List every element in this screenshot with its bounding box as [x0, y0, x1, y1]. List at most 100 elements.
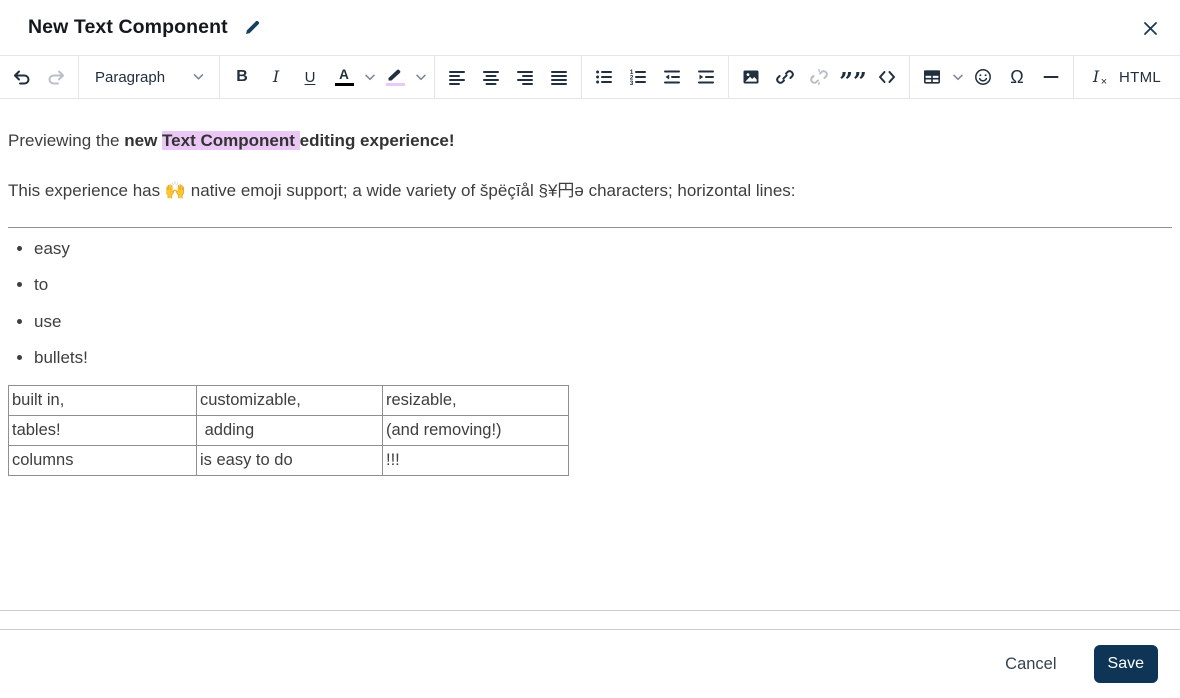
paragraph-format-select[interactable]: Paragraph [84, 60, 214, 94]
underline-label: U [304, 68, 316, 86]
outdent-button[interactable] [655, 60, 689, 94]
bold-label: B [236, 68, 248, 85]
clear-formatting-button[interactable]: I × [1079, 60, 1113, 94]
editor-statusbar [0, 611, 1180, 630]
chevron-down-icon [193, 74, 204, 80]
insert-image-button[interactable] [734, 60, 768, 94]
image-icon [743, 70, 759, 84]
redo-button[interactable] [39, 60, 73, 94]
html-source-button[interactable]: HTML [1113, 60, 1167, 94]
indent-icon [698, 70, 714, 84]
edit-title-button[interactable] [243, 18, 262, 37]
emoji-button[interactable] [966, 60, 1000, 94]
list-item[interactable]: to [34, 275, 1172, 295]
outdent-icon [664, 70, 680, 84]
numbered-list-icon: 1 2 3 [630, 69, 646, 87]
table-cell[interactable]: !!! [382, 444, 569, 476]
italic-button[interactable]: I [259, 60, 293, 94]
omega-label: Ω [1010, 67, 1024, 87]
objects-group: Ω [909, 56, 1073, 98]
table-row: tables! adding (and removing!) [8, 414, 569, 446]
text-color-swatch: A [334, 66, 354, 87]
list-item[interactable]: easy [34, 239, 1172, 259]
indent-button[interactable] [689, 60, 723, 94]
align-left-icon [449, 71, 465, 85]
undo-button[interactable] [5, 60, 39, 94]
highlighter-icon [388, 69, 401, 81]
horizontal-rule-icon [1043, 76, 1059, 78]
editor-content[interactable]: Previewing the new Text Component editin… [0, 99, 1180, 611]
blockquote-button[interactable]: ”” [836, 60, 870, 94]
insert-link-button[interactable] [768, 60, 802, 94]
bullet-list-icon [596, 70, 612, 84]
numbered-list-button[interactable]: 1 2 3 [621, 60, 655, 94]
align-justify-button[interactable] [542, 60, 576, 94]
bold-button[interactable]: B [225, 60, 259, 94]
chevron-down-icon [364, 74, 375, 80]
clear-formatting-label: I × [1092, 67, 1108, 88]
editor-toolbar: Paragraph B I U A 1 2 3 ”” Ω I × HTML [0, 55, 1180, 99]
dialog-footer: Cancel Save [0, 630, 1180, 698]
code-icon [879, 71, 895, 83]
pencil-icon [245, 20, 259, 34]
table-cell[interactable]: columns [8, 444, 197, 476]
cancel-button[interactable]: Cancel [1005, 655, 1056, 674]
table-cell[interactable]: tables! [8, 414, 197, 446]
table-icon [923, 70, 940, 84]
unlink-button[interactable] [802, 60, 836, 94]
table-row: built in, customizable, resizable, [8, 384, 569, 416]
history-group [0, 56, 78, 98]
close-icon [1143, 21, 1157, 35]
horizontal-rule-button[interactable] [1034, 60, 1068, 94]
dialog-header: New Text Component [0, 0, 1180, 55]
table-button[interactable] [915, 60, 949, 94]
table-cell[interactable]: is easy to do [196, 444, 383, 476]
text-run-bold: editing experience! [299, 131, 455, 150]
bullet-list-button[interactable] [587, 60, 621, 94]
align-center-button[interactable] [474, 60, 508, 94]
table-row: columns is easy to do !!! [8, 444, 569, 476]
table-menu-button[interactable] [949, 60, 966, 94]
align-right-icon [517, 71, 533, 85]
table-cell[interactable]: resizable, [382, 384, 569, 416]
save-button[interactable]: Save [1093, 645, 1158, 683]
content-table: built in, customizable, resizable, table… [8, 384, 569, 476]
unlink-icon [810, 68, 828, 86]
align-justify-icon [551, 71, 567, 85]
highlight-color-bar [385, 82, 405, 87]
text-run: Previewing the [8, 131, 125, 150]
raising-hands-emoji: 🙌 [164, 181, 187, 200]
text-color-button[interactable]: A [327, 60, 361, 94]
blockquote-label: ”” [839, 66, 867, 96]
insert-group: ”” [728, 56, 909, 98]
italic-label: I [272, 67, 280, 86]
table-cell[interactable]: adding [196, 414, 383, 446]
special-character-button[interactable]: Ω [1000, 60, 1034, 94]
block-format-group: Paragraph [78, 56, 219, 98]
text-color-menu-button[interactable] [361, 60, 378, 94]
list-item[interactable]: use [34, 312, 1172, 332]
align-left-button[interactable] [440, 60, 474, 94]
svg-text:3: 3 [630, 80, 634, 87]
align-right-button[interactable] [508, 60, 542, 94]
table-cell[interactable]: built in, [8, 384, 197, 416]
bullet-list: easy to use bullets! [8, 239, 1172, 369]
close-button[interactable] [1134, 12, 1166, 44]
horizontal-rule [8, 227, 1172, 228]
highlight-color-button[interactable] [378, 60, 412, 94]
alignment-group [434, 56, 581, 98]
highlight-color-menu-button[interactable] [412, 60, 429, 94]
paragraph-features[interactable]: This experience has 🙌 native emoji suppo… [8, 179, 1172, 203]
chevron-down-icon [952, 74, 963, 80]
chevron-down-icon [415, 74, 426, 80]
table-cell[interactable]: (and removing!) [382, 414, 569, 446]
page-title: New Text Component [28, 16, 228, 38]
link-icon [776, 70, 794, 84]
underline-button[interactable]: U [293, 60, 327, 94]
paragraph-intro[interactable]: Previewing the new Text Component editin… [8, 129, 1172, 153]
code-button[interactable] [870, 60, 904, 94]
paragraph-format-label: Paragraph [95, 68, 166, 86]
table-cell[interactable]: customizable, [196, 384, 383, 416]
text-color-label: A [339, 66, 349, 82]
list-item[interactable]: bullets! [34, 348, 1172, 368]
